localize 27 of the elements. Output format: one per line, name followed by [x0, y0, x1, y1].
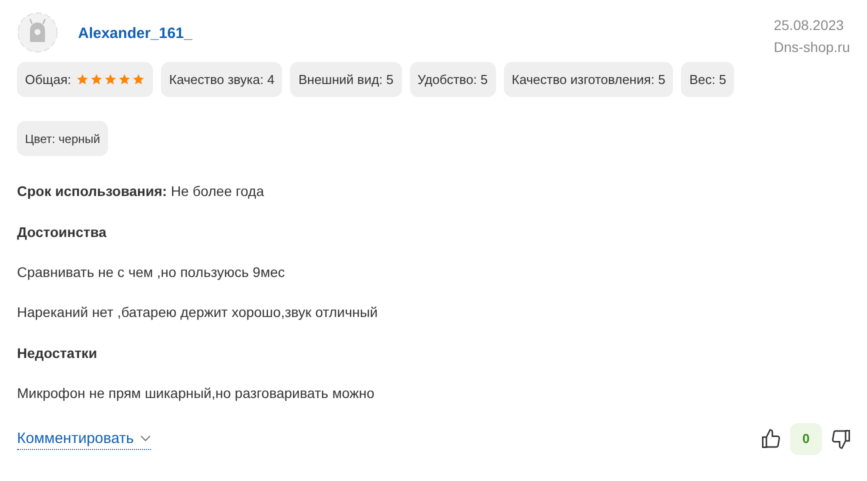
- star-icon: [90, 73, 104, 86]
- section-text: Нареканий нет ,батарею держит хорошо,звук отличный: [17, 303, 379, 322]
- comment-link[interactable]: Комментировать: [17, 428, 151, 450]
- rating-label: Общая:: [25, 70, 72, 89]
- chevron-down-icon: [140, 435, 151, 442]
- section-title: Достоинства: [17, 223, 108, 242]
- thumbs-down-icon[interactable]: [830, 428, 852, 450]
- review-source: Dns-shop.ru: [774, 38, 850, 57]
- thumbs-up-icon[interactable]: [760, 428, 782, 450]
- rating-chip: Качество звука: 4: [161, 62, 282, 97]
- review-date: 25.08.2023: [774, 16, 844, 35]
- star-icon: [104, 73, 118, 86]
- author-name[interactable]: Alexander_161_: [78, 23, 192, 46]
- rating-chip: Вес: 5: [681, 62, 734, 97]
- rating-chip: Качество изготовления: 5: [504, 62, 674, 97]
- avatar-icon: [17, 12, 58, 53]
- star-icon: [76, 73, 90, 86]
- rating-chip: Удобство: 5: [410, 62, 496, 97]
- vote-count: 0: [790, 423, 822, 455]
- star-icon: [118, 73, 132, 86]
- rating-chip: Внешний вид: 5: [290, 62, 402, 97]
- star-icon: [132, 73, 146, 86]
- section-text: Сравнивать не с чем ,но пользуюсь 9мес: [17, 263, 286, 282]
- section-text: Микрофон не прям шикарный,но разговаривать можно: [17, 384, 376, 403]
- usage-text: Срок использования: Не более года: [17, 182, 265, 201]
- section-title: Недостатки: [17, 344, 98, 363]
- color-chip: Цвет: черный: [17, 121, 108, 156]
